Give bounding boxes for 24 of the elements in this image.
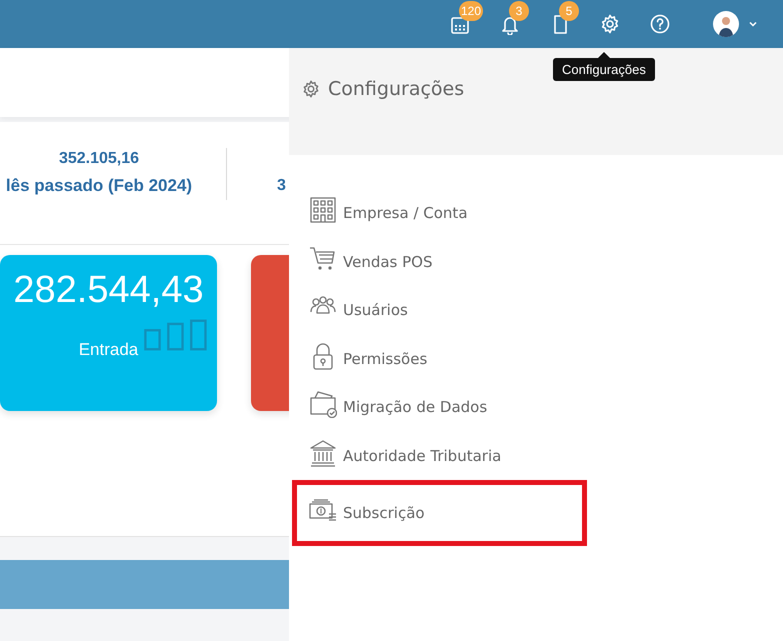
menu-item[interactable]: Subscrição xyxy=(292,480,587,546)
menu-item[interactable]: Autoridade Tributaria xyxy=(292,432,587,480)
settings-icon xyxy=(599,13,621,35)
menu-item[interactable]: Permissões xyxy=(292,334,587,383)
count-badge: 5 xyxy=(559,1,579,21)
building-icon xyxy=(309,196,337,224)
panel-title: Configurações xyxy=(328,78,464,100)
card-value: 282.544,43 xyxy=(13,269,204,312)
menu-item[interactable]: Vendas POS xyxy=(292,238,587,286)
menu-item[interactable]: Migração de Dados xyxy=(292,383,587,432)
menu-item[interactable]: Usuários xyxy=(292,286,587,334)
stat-label: lês passado (Feb 2024) xyxy=(4,176,194,196)
count-badge: 3 xyxy=(509,1,529,21)
help-icon xyxy=(649,13,671,35)
bank-icon xyxy=(309,438,337,467)
tooltip-arrow xyxy=(598,52,610,58)
stat-value: 352.105,16 xyxy=(58,150,140,168)
count-badge: 120 xyxy=(459,1,484,21)
card-label: Entrada xyxy=(78,340,138,360)
stat-value: 3 xyxy=(277,177,286,195)
menu-item[interactable]: Empresa / Conta xyxy=(292,189,587,238)
folder-check-icon xyxy=(309,390,337,418)
settings-icon xyxy=(301,79,321,99)
avatar-icon xyxy=(713,11,739,37)
